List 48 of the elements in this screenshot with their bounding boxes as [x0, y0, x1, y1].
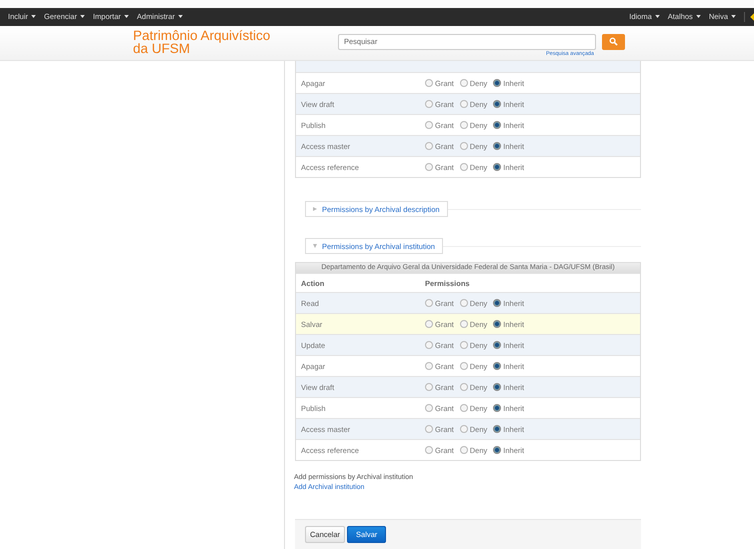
radio-button[interactable] [425, 320, 433, 328]
radio-button[interactable] [425, 121, 433, 129]
radio-button[interactable] [493, 404, 502, 412]
radio-button[interactable] [493, 425, 502, 433]
caret-icon [654, 15, 660, 18]
search-icon [609, 37, 618, 46]
radio-button[interactable] [425, 404, 433, 412]
radio-button[interactable] [493, 299, 502, 307]
caret-icon [731, 15, 736, 18]
radio-button[interactable] [493, 121, 502, 129]
radio-button[interactable] [425, 446, 433, 454]
caret-icon [696, 15, 701, 18]
radio-button[interactable] [493, 79, 502, 87]
radio-button[interactable] [493, 341, 502, 349]
caret-icon [80, 15, 85, 18]
radio-button[interactable] [425, 299, 433, 307]
radio-button[interactable] [460, 79, 468, 87]
radio-button[interactable] [460, 341, 468, 349]
radio-button[interactable] [460, 163, 468, 171]
radio-button[interactable] [460, 404, 468, 412]
radio-button[interactable] [425, 79, 433, 87]
radio-button[interactable] [493, 383, 502, 391]
radio-button[interactable] [460, 383, 468, 391]
radio-button[interactable] [425, 341, 433, 349]
radio-button[interactable] [460, 142, 468, 150]
radio-button[interactable] [460, 320, 468, 328]
radio-button[interactable] [493, 163, 502, 171]
radio-button[interactable] [460, 299, 468, 307]
radio-button[interactable] [460, 446, 468, 454]
radio-button[interactable] [425, 362, 433, 370]
caret-icon [31, 15, 36, 18]
caret-icon [178, 15, 183, 18]
radio-button[interactable] [493, 320, 502, 328]
radio-button[interactable] [493, 362, 502, 370]
radio-button[interactable] [460, 121, 468, 129]
radio-button[interactable] [425, 100, 433, 108]
radio-button[interactable] [493, 100, 502, 108]
caret-icon [124, 15, 129, 18]
radio-button[interactable] [425, 425, 433, 433]
radio-button[interactable] [493, 142, 502, 150]
search-button[interactable] [602, 34, 625, 50]
radio-button[interactable] [460, 100, 468, 108]
radio-button[interactable] [493, 446, 502, 454]
radio-button[interactable] [460, 425, 468, 433]
radio-button[interactable] [460, 362, 468, 370]
radio-button[interactable] [425, 142, 433, 150]
radio-button[interactable] [425, 383, 433, 391]
radio-button[interactable] [425, 163, 433, 171]
